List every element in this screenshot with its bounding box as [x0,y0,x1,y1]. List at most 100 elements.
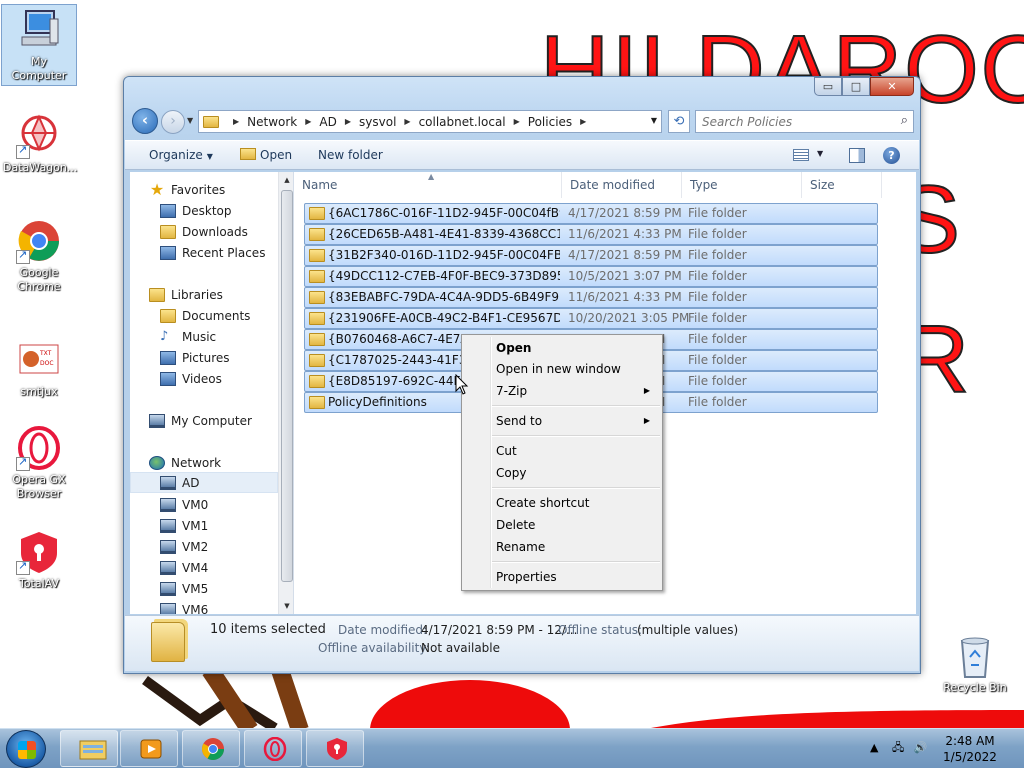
nav-videos[interactable]: Videos [160,368,293,389]
nav-host-vm0[interactable]: VM0 [160,494,293,515]
new-folder-button[interactable]: New folder [318,148,383,162]
show-hidden-icons-icon[interactable]: ▲ [870,741,878,754]
desktop-icon-opera-gx[interactable]: Opera GX Browser [1,422,77,504]
breadcrumb-network[interactable]: Network [247,115,297,129]
breadcrumb-policies[interactable]: Policies [528,115,572,129]
breadcrumb-ad[interactable]: AD [319,115,336,129]
breadcrumb-separator-icon[interactable]: ▶ [345,117,351,126]
nav-label: VM6 [182,602,209,615]
table-row[interactable]: {31B2F340-016D-11D2-945F-00C04FB984... 4/… [304,245,878,266]
taskbar-opera-gx[interactable] [244,730,302,767]
search-icon[interactable]: ⌕ [901,113,908,128]
column-header-size[interactable]: Size [802,172,882,198]
scroll-down-icon[interactable]: ▼ [279,598,293,614]
column-header-name[interactable]: Name ▲ [294,172,562,198]
open-button[interactable]: Open [240,148,292,162]
nav-scrollbar[interactable]: ▲ ▼ [278,172,293,614]
desktop-icon-label: smtjux [20,385,58,398]
column-header-type[interactable]: Type [682,172,802,198]
taskbar-explorer[interactable] [60,730,118,767]
nav-host-vm4[interactable]: VM4 [160,557,293,578]
menu-item-delete[interactable]: Delete [496,515,656,535]
nav-pictures[interactable]: Pictures [160,347,293,368]
clock[interactable]: 2:48 AM 1/5/2022 [930,733,1010,765]
nav-favorites[interactable]: ★ Favorites [149,179,293,200]
nav-host-vm6[interactable]: VM6 [160,599,293,615]
nav-downloads[interactable]: Downloads [160,221,293,242]
desktop-icon-label: Opera GX Browser [12,473,66,500]
nav-host-ad[interactable]: AD [130,472,278,493]
recent-pages-chevron-icon[interactable]: ▼ [187,116,193,125]
taskbar-chrome[interactable] [182,730,240,767]
address-bar[interactable]: ▶ Network ▶ AD ▶ sysvol ▶ collabnet.loca… [198,110,662,133]
menu-item-copy[interactable]: Copy [496,463,656,483]
nav-desktop[interactable]: Desktop [160,200,293,221]
nav-my-computer[interactable]: My Computer [149,410,293,431]
close-button[interactable]: ✕ [870,77,914,96]
change-view-icon[interactable] [793,149,809,161]
breadcrumb-separator-icon[interactable]: ▶ [404,117,410,126]
scroll-up-icon[interactable]: ▲ [279,172,293,188]
table-row[interactable]: {83EBABFC-79DA-4C4A-9DD5-6B49F9ED... 11/6… [304,287,878,308]
menu-item-send-to[interactable]: Send to ▶ [496,411,656,431]
volume-icon[interactable]: 🔊 [914,741,928,754]
search-box[interactable]: ⌕ [695,110,914,133]
breadcrumb-sysvol[interactable]: sysvol [359,115,396,129]
desktop-icon-datawagon[interactable]: DataWagon... [1,110,77,178]
menu-item-create-shortcut[interactable]: Create shortcut [496,493,656,513]
forward-button[interactable]: › [161,110,185,134]
address-dropdown-icon[interactable]: ▼ [651,116,657,125]
file-name: {31B2F340-016D-11D2-945F-00C04FB984... [328,248,560,262]
file-date: 10/20/2021 3:05 PM [568,311,690,325]
table-row[interactable]: {6AC1786C-016F-11D2-945F-00C04fB984... 4/… [304,203,878,224]
totalav-icon [325,737,349,761]
system-tray: ▲ 🖧 🔊 [870,739,927,758]
nav-documents[interactable]: Documents [160,305,293,326]
table-row[interactable]: {231906FE-A0CB-49C2-B4F1-CE9567D1F0... 10… [304,308,878,329]
start-button[interactable] [6,730,46,768]
nav-host-vm2[interactable]: VM2 [160,536,293,557]
nav-recent-places[interactable]: Recent Places [160,242,293,263]
scrollbar-thumb[interactable] [281,190,293,582]
menu-item-open-new-window[interactable]: Open in new window [496,359,656,379]
table-row[interactable]: {49DCC112-C7EB-4F0F-BEC9-373D8953E... 10/… [304,266,878,287]
desktop-icon-totalav[interactable]: TotalAV [1,526,77,594]
menu-item-cut[interactable]: Cut [496,441,656,461]
column-header-date[interactable]: Date modified [562,172,682,198]
refresh-button[interactable]: ⟲ [668,110,690,133]
menu-item-properties[interactable]: Properties [496,567,656,587]
breadcrumb-separator-icon[interactable]: ▶ [305,117,311,126]
search-input[interactable] [696,111,886,132]
menu-item-open[interactable]: Open [496,338,656,358]
taskbar-media-player[interactable] [120,730,178,767]
breadcrumb: ▶ Network ▶ AD ▶ sysvol ▶ collabnet.loca… [225,115,594,129]
breadcrumb-separator-icon[interactable]: ▶ [514,117,520,126]
chevron-down-icon[interactable]: ▼ [817,149,823,158]
breadcrumb-collabnet[interactable]: collabnet.local [419,115,506,129]
menu-item-7zip[interactable]: 7-Zip ▶ [496,381,656,401]
desktop-icon-recycle-bin[interactable]: Recycle Bin [937,630,1013,698]
nav-host-vm1[interactable]: VM1 [160,515,293,536]
table-row[interactable]: {26CED65B-A481-4E41-8339-4368CC1975... 11… [304,224,878,245]
folder-icon [309,291,325,304]
taskbar-totalav[interactable] [306,730,364,767]
desktop-icon-google-chrome[interactable]: Google Chrome [1,215,77,297]
desktop-icon-smtjux[interactable]: TXT DOC smtjux [1,334,77,402]
maximize-button[interactable]: □ [842,77,870,96]
computer-icon [160,539,176,554]
nav-music[interactable]: ♪ Music [160,326,293,347]
menu-item-rename[interactable]: Rename [496,537,656,557]
organize-button[interactable]: Organize ▼ [149,148,213,162]
nav-network[interactable]: Network [149,452,293,473]
nav-libraries[interactable]: Libraries [149,284,293,305]
desktop-icon-my-computer[interactable]: My Computer [1,4,77,86]
network-status-icon[interactable]: 🖧 [892,741,904,754]
help-icon[interactable]: ? [883,147,900,164]
nav-host-vm5[interactable]: VM5 [160,578,293,599]
minimize-button[interactable]: ▭ [814,77,842,96]
breadcrumb-separator-icon[interactable]: ▶ [580,117,586,126]
back-button[interactable]: ‹ [132,108,158,134]
breadcrumb-separator-icon[interactable]: ▶ [233,117,239,126]
preview-pane-icon[interactable] [849,148,865,163]
open-icon [240,148,256,160]
